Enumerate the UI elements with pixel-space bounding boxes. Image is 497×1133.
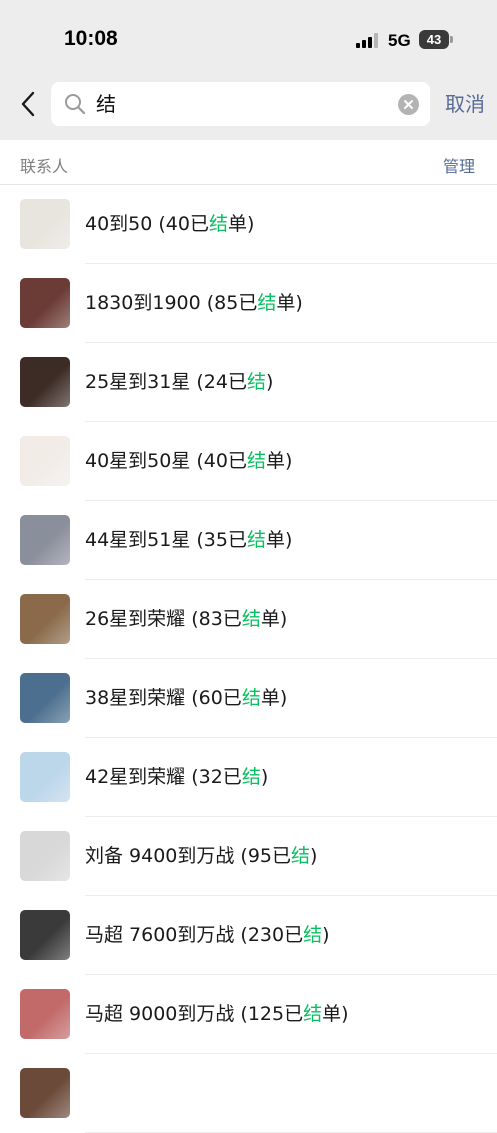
contact-name: 44星到51星 (35已结单) [85,529,293,551]
section-title: 联系人 [20,157,69,176]
network-type: 5G [388,31,411,50]
signal-icon [356,33,380,48]
contact-name: 26星到荣耀 (83已结单) [85,608,288,630]
contact-name: 38星到荣耀 (60已结单) [85,687,288,709]
contact-name: 42星到荣耀 (32已结) [85,766,269,788]
avatar [20,199,70,249]
clear-icon[interactable] [398,94,419,115]
contact-name: 刘备 9400到万战 (95已结) [85,845,318,867]
status-time: 10:08 [64,27,118,50]
contact-row[interactable]: 44星到51星 (35已结单) [0,501,497,580]
avatar [20,436,70,486]
contact-row[interactable]: 40到50 (40已结单) [0,185,497,264]
avatar [20,357,70,407]
contact-row[interactable]: 刘备 9400到万战 (95已结) [0,817,497,896]
contact-row[interactable]: 40星到50星 (40已结单) [0,422,497,501]
avatar [20,831,70,881]
avatar [20,673,70,723]
contact-row[interactable]: 1830到1900 (85已结单) [0,264,497,343]
contact-row[interactable]: 26星到荣耀 (83已结单) [0,580,497,659]
contact-name: 马超 9000到万战 (125已结单) [85,1003,349,1025]
contact-name: 1830到1900 (85已结单) [85,292,303,314]
contacts-section-header: 联系人 管理 [0,140,497,185]
back-button[interactable] [16,88,42,120]
avatar [20,594,70,644]
contact-name: 马超 7600到万战 (230已结) [85,924,330,946]
avatar [20,752,70,802]
search-input[interactable]: 结 [96,91,386,117]
contact-name: 40星到50星 (40已结单) [85,450,293,472]
contact-row[interactable]: 马超 7600到万战 (230已结) [0,896,497,975]
contact-name: 40到50 (40已结单) [85,213,255,235]
cancel-button[interactable]: 取消 [445,91,485,117]
search-icon [65,94,86,115]
avatar [20,515,70,565]
contact-row[interactable] [0,1054,497,1133]
avatar [20,910,70,960]
contact-list: 40到50 (40已结单) 1830到1900 (85已结单) 25星到31星 … [0,185,497,1133]
battery-tip [450,36,453,43]
contact-name: 25星到31星 (24已结) [85,371,274,393]
contact-row[interactable]: 25星到31星 (24已结) [0,343,497,422]
contact-row[interactable]: 38星到荣耀 (60已结单) [0,659,497,738]
avatar [20,278,70,328]
battery-icon: 43 [419,30,449,49]
contact-row[interactable]: 马超 9000到万战 (125已结单) [0,975,497,1054]
contact-row[interactable]: 42星到荣耀 (32已结) [0,738,497,817]
avatar [20,989,70,1039]
search-header: 10:08 5G 43 结 取消 [0,0,497,140]
status-bar: 10:08 5G 43 [0,0,497,78]
manage-button[interactable]: 管理 [443,153,475,177]
avatar [20,1068,70,1118]
chevron-left-icon [21,91,35,117]
search-box[interactable]: 结 [51,82,430,126]
